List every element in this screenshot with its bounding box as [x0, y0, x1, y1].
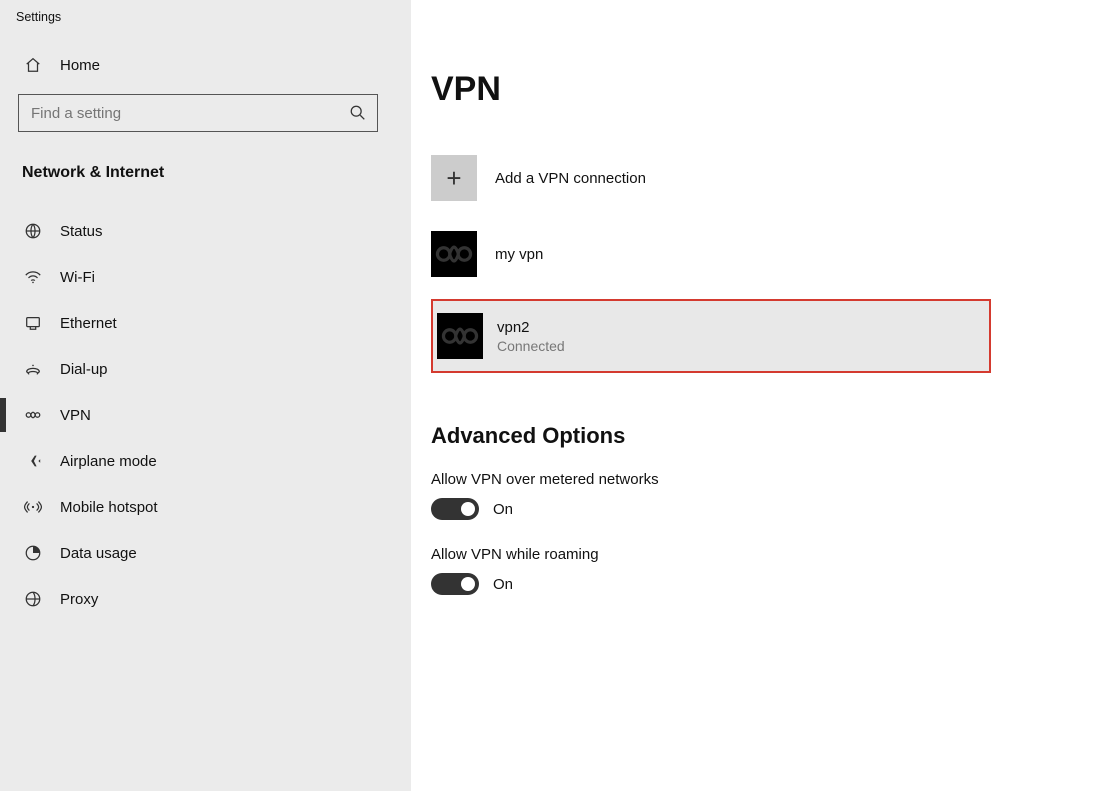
sidebar-item-ethernet[interactable]: Ethernet — [0, 300, 411, 346]
sidebar-item-label: Wi-Fi — [60, 269, 95, 286]
sidebar-nav: Status Wi-Fi Ethernet Dial-up — [0, 208, 411, 622]
toggle-switch[interactable] — [431, 573, 479, 595]
advanced-options-title: Advanced Options — [431, 423, 1096, 449]
toggle-state: On — [493, 576, 513, 593]
data-usage-icon — [24, 544, 42, 562]
sidebar-item-label: Mobile hotspot — [60, 499, 158, 516]
settings-window: Settings Home Network & Internet Status — [0, 0, 1096, 791]
ethernet-icon — [24, 314, 42, 332]
toggle-roaming: Allow VPN while roaming On — [431, 546, 1096, 595]
sidebar-item-label: Proxy — [60, 591, 98, 608]
sidebar-item-label: Airplane mode — [60, 453, 157, 470]
sidebar-item-label: Dial-up — [60, 361, 108, 378]
vpn-name: my vpn — [495, 246, 543, 263]
sidebar-item-proxy[interactable]: Proxy — [0, 576, 411, 622]
proxy-icon — [24, 590, 42, 608]
sidebar-item-data-usage[interactable]: Data usage — [0, 530, 411, 576]
vpn-connection-item[interactable]: my vpn — [431, 225, 1096, 283]
sidebar-item-hotspot[interactable]: Mobile hotspot — [0, 484, 411, 530]
vpn-connection-item-selected[interactable]: vpn2 Connected — [431, 299, 991, 373]
page-title: VPN — [431, 70, 1096, 109]
toggle-state: On — [493, 501, 513, 518]
sidebar-item-label: Ethernet — [60, 315, 117, 332]
add-vpn-label: Add a VPN connection — [495, 170, 646, 187]
toggle-metered: Allow VPN over metered networks On — [431, 471, 1096, 520]
vpn-icon — [24, 406, 42, 424]
home-label: Home — [60, 57, 100, 74]
hotspot-icon — [24, 498, 42, 516]
sidebar-item-label: VPN — [60, 407, 91, 424]
plus-icon: + — [431, 155, 477, 201]
window-title: Settings — [0, 0, 411, 24]
category-title: Network & Internet — [0, 156, 411, 194]
add-vpn-connection[interactable]: + Add a VPN connection — [431, 149, 1096, 207]
sidebar-item-label: Data usage — [60, 545, 137, 562]
sidebar-item-label: Status — [60, 223, 103, 240]
home-nav[interactable]: Home — [0, 24, 411, 94]
main-content: VPN + Add a VPN connection my vpn vpn2 C… — [411, 0, 1096, 791]
toggle-switch[interactable] — [431, 498, 479, 520]
globe-icon — [24, 222, 42, 240]
search-wrap — [18, 94, 395, 132]
search-input[interactable] — [29, 104, 349, 123]
vpn-connection-icon — [431, 231, 477, 277]
airplane-icon — [24, 452, 42, 470]
home-icon — [24, 56, 42, 74]
vpn-name: vpn2 — [497, 319, 565, 336]
sidebar-item-status[interactable]: Status — [0, 208, 411, 254]
sidebar-item-wifi[interactable]: Wi-Fi — [0, 254, 411, 300]
sidebar-item-airplane[interactable]: Airplane mode — [0, 438, 411, 484]
sidebar: Settings Home Network & Internet Status — [0, 0, 411, 791]
search-input-container[interactable] — [18, 94, 378, 132]
vpn-connection-icon — [437, 313, 483, 359]
search-icon — [349, 104, 367, 122]
vpn-status: Connected — [497, 338, 565, 354]
dialup-icon — [24, 360, 42, 378]
toggle-label: Allow VPN over metered networks — [431, 471, 1096, 488]
wifi-icon — [24, 268, 42, 286]
sidebar-item-dialup[interactable]: Dial-up — [0, 346, 411, 392]
sidebar-item-vpn[interactable]: VPN — [0, 392, 411, 438]
toggle-label: Allow VPN while roaming — [431, 546, 1096, 563]
